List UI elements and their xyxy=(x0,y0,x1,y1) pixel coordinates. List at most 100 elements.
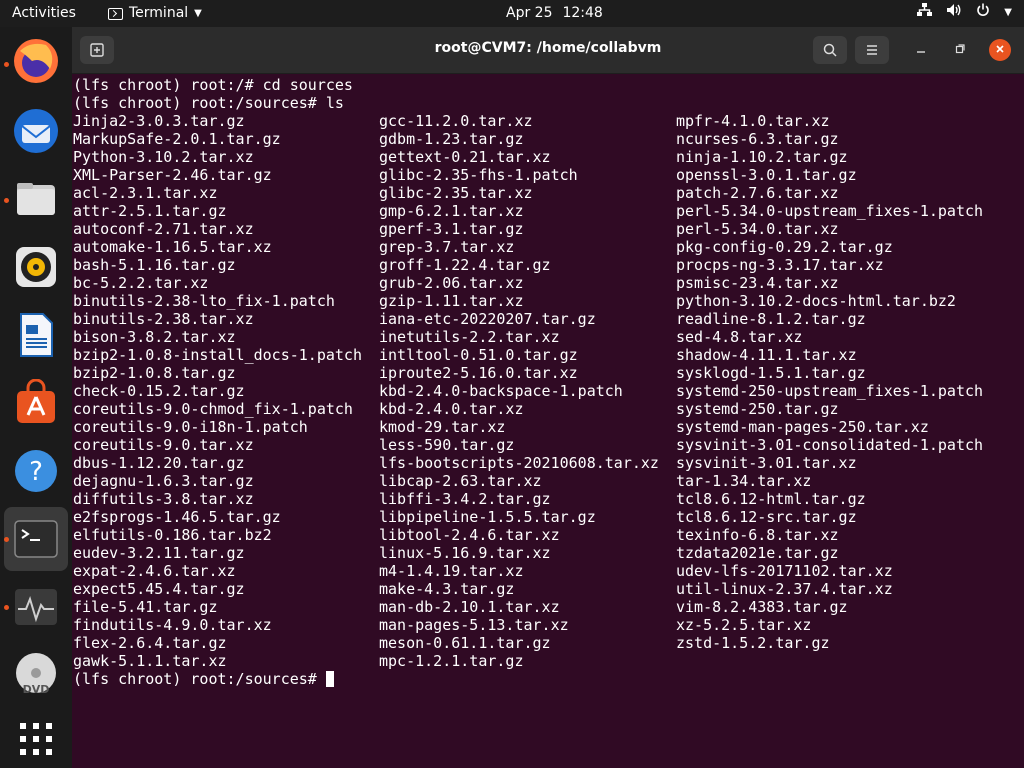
file-entry: libffi-3.4.2.tar.gz xyxy=(379,490,551,508)
file-entry: binutils-2.38.tar.xz xyxy=(73,310,254,328)
dock: ? DVD xyxy=(0,27,72,768)
terminal-small-icon xyxy=(108,8,123,20)
file-entry: linux-5.16.9.tar.xz xyxy=(379,544,551,562)
file-entry: util-linux-2.37.4.tar.xz xyxy=(676,580,893,598)
terminal-window: root@CVM7: /home/collabvm (lfs chroot) r… xyxy=(72,27,1024,768)
system-tray[interactable]: ▼ xyxy=(917,3,1012,21)
dvd-icon[interactable]: DVD xyxy=(12,651,60,699)
file-entry: perl-5.34.0-upstream_fixes-1.patch xyxy=(676,202,984,220)
thunderbird-icon[interactable] xyxy=(12,107,60,155)
power-icon[interactable] xyxy=(976,3,990,21)
file-entry: less-590.tar.gz xyxy=(379,436,515,454)
file-entry: inetutils-2.2.tar.xz xyxy=(379,328,560,346)
clock-date: Apr 25 xyxy=(506,5,553,21)
listing-column-2: gcc-11.2.0.tar.xz gdbm-1.23.tar.gz gettext… xyxy=(379,112,659,670)
running-indicator xyxy=(4,198,9,203)
file-entry: grub-2.06.tar.xz xyxy=(379,274,524,292)
file-entry: grep-3.7.tar.xz xyxy=(379,238,515,256)
file-entry: attr-2.5.1.tar.gz xyxy=(73,202,227,220)
text-cursor xyxy=(325,671,334,687)
volume-icon[interactable] xyxy=(946,3,962,21)
file-entry: libpipeline-1.5.5.tar.gz xyxy=(379,508,596,526)
file-entry: ninja-1.10.2.tar.gz xyxy=(676,148,848,166)
file-entry: coreutils-9.0-chmod_fix-1.patch xyxy=(73,400,353,418)
listing-column-3: mpfr-4.1.0.tar.xz ncurses-6.3.tar.gz ninja… xyxy=(676,112,983,652)
file-entry: bzip2-1.0.8-install_docs-1.patch xyxy=(73,346,362,364)
file-entry: gperf-3.1.tar.gz xyxy=(379,220,524,238)
file-entry: gawk-5.1.1.tar.xz xyxy=(73,652,227,670)
file-entry: systemd-250.tar.gz xyxy=(676,400,839,418)
file-entry: XML-Parser-2.46.tar.gz xyxy=(73,166,272,184)
file-entry: intltool-0.51.0.tar.gz xyxy=(379,346,578,364)
file-entry: MarkupSafe-2.0.1.tar.gz xyxy=(73,130,281,148)
show-apps-icon[interactable] xyxy=(12,715,60,763)
app-center-icon[interactable] xyxy=(12,378,60,427)
file-entry: tcl8.6.12-src.tar.gz xyxy=(676,508,857,526)
tray-caret-icon[interactable]: ▼ xyxy=(1004,7,1012,18)
file-entry: patch-2.7.6.tar.xz xyxy=(676,184,839,202)
file-entry: Python-3.10.2.tar.xz xyxy=(73,148,254,166)
file-entry: gettext-0.21.tar.xz xyxy=(379,148,551,166)
file-entry: procps-ng-3.3.17.tar.xz xyxy=(676,256,884,274)
file-entry: diffutils-3.8.tar.xz xyxy=(73,490,254,508)
file-entry: findutils-4.9.0.tar.xz xyxy=(73,616,272,634)
file-entry: glibc-2.35-fhs-1.patch xyxy=(379,166,578,184)
file-entry: elfutils-0.186.tar.bz2 xyxy=(73,526,272,544)
rhythmbox-icon[interactable] xyxy=(12,243,60,291)
file-entry: shadow-4.11.1.tar.xz xyxy=(676,346,857,364)
file-entry: lfs-bootscripts-20210608.tar.xz xyxy=(379,454,659,472)
close-button[interactable] xyxy=(989,39,1011,61)
firefox-icon[interactable] xyxy=(12,37,60,85)
network-icon[interactable] xyxy=(917,3,933,21)
menu-button[interactable] xyxy=(855,36,889,64)
file-entry: iproute2-5.16.0.tar.xz xyxy=(379,364,578,382)
file-entry: meson-0.61.1.tar.gz xyxy=(379,634,551,652)
app-menu-label: Terminal xyxy=(129,5,189,21)
file-entry: iana-etc-20220207.tar.gz xyxy=(379,310,596,328)
file-entry: check-0.15.2.tar.gz xyxy=(73,382,245,400)
file-entry: kbd-2.4.0.tar.xz xyxy=(379,400,524,418)
minimize-button[interactable] xyxy=(910,39,932,61)
title-bar[interactable]: root@CVM7: /home/collabvm xyxy=(72,27,1024,74)
file-entry: gzip-1.11.tar.xz xyxy=(379,292,524,310)
file-entry: Jinja2-3.0.3.tar.gz xyxy=(73,112,245,130)
file-entry: autoconf-2.71.tar.xz xyxy=(73,220,254,238)
svg-text:?: ? xyxy=(29,457,43,487)
file-entry: dejagnu-1.6.3.tar.gz xyxy=(73,472,254,490)
listing-column-1: Jinja2-3.0.3.tar.gz MarkupSafe-2.0.1.tar.… xyxy=(73,112,362,670)
file-entry: vim-8.2.4383.tar.gz xyxy=(676,598,848,616)
terminal-icon[interactable] xyxy=(12,515,60,563)
file-entry: m4-1.4.19.tar.xz xyxy=(379,562,524,580)
clock[interactable]: Apr 25 12:48 xyxy=(506,5,603,21)
file-entry: man-db-2.10.1.tar.xz xyxy=(379,598,560,616)
file-entry: groff-1.22.4.tar.gz xyxy=(379,256,551,274)
file-entry: pkg-config-0.29.2.tar.gz xyxy=(676,238,893,256)
file-entry: sysvinit-3.01-consolidated-1.patch xyxy=(676,436,984,454)
file-entry: automake-1.16.5.tar.xz xyxy=(73,238,272,256)
ls-listing: Jinja2-3.0.3.tar.gz MarkupSafe-2.0.1.tar.… xyxy=(73,112,1018,670)
search-button[interactable] xyxy=(813,36,847,64)
file-entry: gdbm-1.23.tar.gz xyxy=(379,130,524,148)
file-entry: file-5.41.tar.gz xyxy=(73,598,218,616)
file-entry: mpc-1.2.1.tar.gz xyxy=(379,652,524,670)
activities-button[interactable]: Activities xyxy=(12,5,76,21)
maximize-button[interactable] xyxy=(949,39,971,61)
file-entry: python-3.10.2-docs-html.tar.bz2 xyxy=(676,292,956,310)
file-entry: ncurses-6.3.tar.gz xyxy=(676,130,839,148)
file-entry: dbus-1.12.20.tar.gz xyxy=(73,454,245,472)
file-entry: psmisc-23.4.tar.xz xyxy=(676,274,839,292)
system-monitor-icon[interactable] xyxy=(12,583,60,631)
prompt: (lfs chroot) root:/sources# xyxy=(73,670,317,688)
file-entry: coreutils-9.0.tar.xz xyxy=(73,436,254,454)
file-entry: kbd-2.4.0-backspace-1.patch xyxy=(379,382,623,400)
files-icon[interactable] xyxy=(12,175,60,223)
terminal-output[interactable]: (lfs chroot) root:/# cd sources (lfs chr… xyxy=(73,76,1018,756)
file-entry: tzdata2021e.tar.gz xyxy=(676,544,839,562)
libreoffice-writer-icon[interactable] xyxy=(12,311,60,359)
file-entry: gcc-11.2.0.tar.xz xyxy=(379,112,533,130)
command-line: (lfs chroot) root:/sources# ls xyxy=(73,94,344,112)
file-entry: systemd-man-pages-250.tar.xz xyxy=(676,418,929,436)
file-entry: openssl-3.0.1.tar.gz xyxy=(676,166,857,184)
help-icon[interactable]: ? xyxy=(12,447,60,495)
app-menu[interactable]: Terminal ▼ xyxy=(108,5,202,21)
